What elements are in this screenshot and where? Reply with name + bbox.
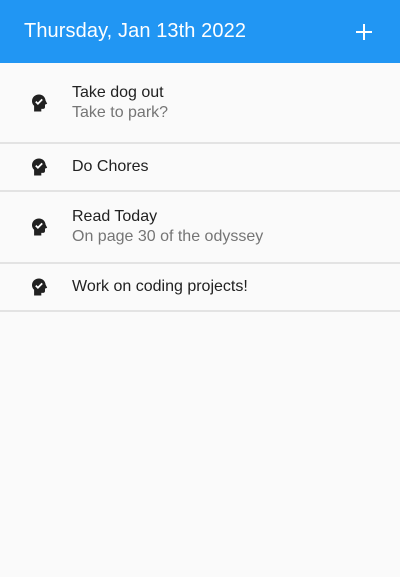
task-icon-wrapper — [0, 277, 72, 297]
task-icon-wrapper — [0, 93, 72, 113]
task-subtitle: Take to park? — [72, 103, 169, 121]
task-list: Take dog out Take to park? Do Chores Rea… — [0, 63, 400, 312]
task-item[interactable]: Read Today On page 30 of the odyssey — [0, 192, 400, 264]
head-check-icon — [32, 158, 48, 176]
task-text: Work on coding projects! — [72, 277, 248, 297]
head-check-icon — [32, 278, 48, 296]
app-bar: Thursday, Jan 13th 2022 — [0, 0, 400, 63]
add-task-button[interactable] — [344, 12, 384, 52]
task-title: Work on coding projects! — [72, 278, 248, 295]
todo-app: Thursday, Jan 13th 2022 Take dog out Tak… — [0, 0, 400, 577]
task-text: Take dog out Take to park? — [72, 83, 168, 123]
task-item[interactable]: Work on coding projects! — [0, 264, 400, 312]
head-check-icon — [32, 94, 48, 111]
task-subtitle: On page 30 of the odyssey — [72, 228, 264, 245]
plus-icon — [356, 23, 372, 40]
task-item[interactable]: Do Chores — [0, 144, 400, 192]
task-icon-wrapper — [0, 157, 72, 177]
task-icon-wrapper — [0, 217, 72, 237]
task-title: Take dog out — [72, 83, 164, 101]
task-text: Read Today On page 30 of the odyssey — [72, 207, 263, 247]
task-text: Do Chores — [72, 157, 148, 177]
page-title: Thursday, Jan 13th 2022 — [24, 20, 247, 42]
task-item[interactable]: Take dog out Take to park? — [0, 63, 400, 144]
task-title: Read Today — [72, 208, 158, 225]
task-title: Do Chores — [72, 158, 149, 175]
head-check-icon — [32, 218, 48, 236]
